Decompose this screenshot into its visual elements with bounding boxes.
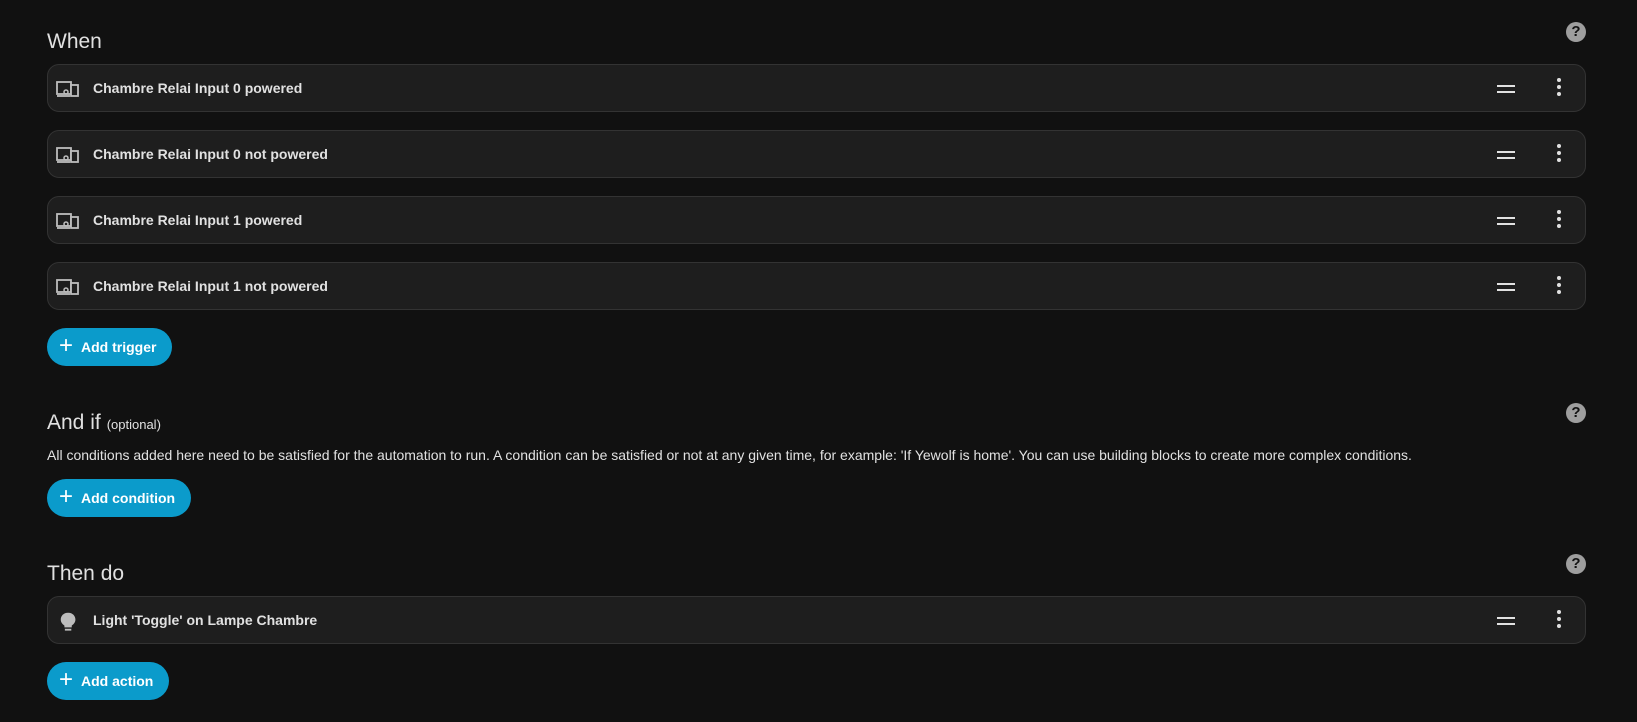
plus-icon: + bbox=[59, 332, 74, 359]
and-if-description: All conditions added here need to be sat… bbox=[47, 447, 1412, 463]
and-if-title-text: And if bbox=[47, 411, 101, 434]
trigger-label: Chambre Relai Input 1 powered bbox=[93, 212, 303, 228]
when-title: When bbox=[47, 30, 102, 53]
optional-label: (optional) bbox=[106, 417, 161, 432]
when-section: When ? Chambre Relai Input 0 powered Cha… bbox=[47, 22, 1586, 366]
device-icon bbox=[56, 81, 79, 97]
action-row[interactable]: Light 'Toggle' on Lampe Chambre bbox=[47, 596, 1586, 644]
trigger-label: Chambre Relai Input 1 not powered bbox=[93, 278, 328, 294]
drag-handle-icon[interactable] bbox=[1497, 617, 1515, 625]
more-vertical-icon[interactable] bbox=[1555, 144, 1563, 166]
add-action-button[interactable]: + Add action bbox=[47, 662, 170, 700]
and-if-section: And if (optional) ? All conditions added … bbox=[47, 403, 1586, 517]
device-icon bbox=[56, 279, 79, 295]
help-circle-icon[interactable]: ? bbox=[1566, 403, 1586, 423]
trigger-label: Chambre Relai Input 0 powered bbox=[93, 80, 303, 96]
drag-handle-icon[interactable] bbox=[1497, 151, 1515, 159]
trigger-row[interactable]: Chambre Relai Input 0 powered bbox=[47, 64, 1586, 112]
trigger-label: Chambre Relai Input 0 not powered bbox=[93, 146, 328, 162]
trigger-row[interactable]: Chambre Relai Input 0 not powered bbox=[47, 130, 1586, 178]
lightbulb-icon bbox=[60, 612, 76, 631]
automation-editor: When ? Chambre Relai Input 0 powered Cha… bbox=[0, 0, 1637, 722]
add-condition-button[interactable]: + Add condition bbox=[47, 479, 192, 517]
add-action-label: Add action bbox=[81, 673, 154, 689]
more-vertical-icon[interactable] bbox=[1555, 210, 1563, 232]
more-vertical-icon[interactable] bbox=[1555, 276, 1563, 298]
and-if-title: And if (optional) bbox=[47, 409, 161, 439]
drag-handle-icon[interactable] bbox=[1497, 217, 1515, 225]
device-icon bbox=[56, 147, 79, 163]
trigger-row[interactable]: Chambre Relai Input 1 powered bbox=[47, 196, 1586, 244]
drag-handle-icon[interactable] bbox=[1497, 283, 1515, 291]
help-circle-icon[interactable]: ? bbox=[1566, 554, 1586, 574]
drag-handle-icon[interactable] bbox=[1497, 85, 1515, 93]
when-header: When ? bbox=[47, 22, 1586, 64]
help-circle-icon[interactable]: ? bbox=[1566, 22, 1586, 42]
add-condition-label: Add condition bbox=[81, 490, 176, 506]
trigger-row[interactable]: Chambre Relai Input 1 not powered bbox=[47, 262, 1586, 310]
then-do-header: Then do ? bbox=[47, 554, 1586, 596]
add-trigger-label: Add trigger bbox=[81, 339, 157, 355]
plus-icon: + bbox=[59, 666, 74, 693]
then-do-title: Then do bbox=[47, 562, 125, 585]
then-do-section: Then do ? Light 'Toggle' on Lampe Chambr… bbox=[47, 554, 1586, 700]
more-vertical-icon[interactable] bbox=[1555, 78, 1563, 100]
device-icon bbox=[56, 213, 79, 229]
plus-icon: + bbox=[59, 483, 74, 510]
more-vertical-icon[interactable] bbox=[1555, 610, 1563, 632]
and-if-header: And if (optional) ? bbox=[47, 403, 1586, 445]
action-label: Light 'Toggle' on Lampe Chambre bbox=[93, 612, 318, 628]
add-trigger-button[interactable]: + Add trigger bbox=[47, 328, 173, 366]
